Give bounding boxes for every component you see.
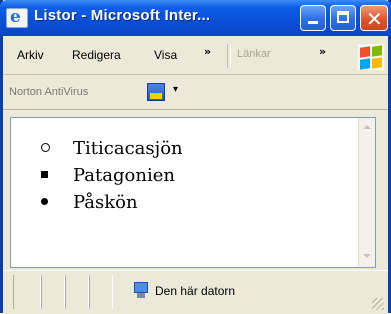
page-content: Titicacasjön Patagonien Påskön xyxy=(10,117,376,268)
status-cell xyxy=(65,275,89,309)
scroll-up-icon[interactable] xyxy=(360,120,374,136)
status-cell xyxy=(89,275,113,309)
scroll-down-icon[interactable] xyxy=(360,249,374,265)
status-cell xyxy=(41,275,65,309)
toolbar-separator xyxy=(227,44,231,68)
menu-item-arkiv[interactable]: Arkiv xyxy=(17,48,44,62)
list-item-text: Patagonien xyxy=(73,165,175,186)
title-bar[interactable]: e Listor - Microsoft Inter... ✕ xyxy=(0,0,391,36)
list-item-text: Titicacasjön xyxy=(73,138,183,159)
square-bullet-icon xyxy=(41,171,48,178)
list-item: Påskön xyxy=(33,192,183,219)
vertical-scrollbar[interactable] xyxy=(358,118,375,267)
menu-bar: Arkiv Redigera Visa » Länkar » xyxy=(3,36,388,75)
list-item-text: Påskön xyxy=(73,192,138,213)
close-icon: ✕ xyxy=(366,7,383,31)
maximize-icon xyxy=(337,11,349,23)
disc-bullet-icon xyxy=(41,198,48,205)
minimize-icon xyxy=(308,21,318,24)
norton-dropdown-icon[interactable]: ▾ xyxy=(173,84,178,95)
security-zone-label: Den här datorn xyxy=(155,284,236,298)
minimize-button[interactable] xyxy=(300,5,326,31)
links-overflow-chevron[interactable]: » xyxy=(319,45,326,58)
places-list: Titicacasjön Patagonien Påskön xyxy=(33,138,183,219)
norton-antivirus-label: Norton AntiVirus xyxy=(9,86,89,98)
list-item: Patagonien xyxy=(33,165,183,192)
menu-item-visa[interactable]: Visa xyxy=(154,48,177,62)
my-computer-icon xyxy=(133,282,149,300)
internet-explorer-icon[interactable]: e xyxy=(6,7,28,28)
window-title: Listor - Microsoft Inter... xyxy=(34,7,211,24)
status-cell xyxy=(13,275,41,309)
list-item: Titicacasjön xyxy=(33,138,183,165)
menu-item-redigera[interactable]: Redigera xyxy=(72,48,121,62)
links-toolbar-label[interactable]: Länkar xyxy=(237,48,271,60)
menu-overflow-chevron[interactable]: » xyxy=(204,45,211,58)
windows-flag-icon xyxy=(358,44,384,70)
norton-antivirus-icon[interactable] xyxy=(147,83,165,101)
norton-toolbar: Norton AntiVirus ▾ xyxy=(3,75,388,110)
circle-bullet-icon xyxy=(41,143,50,152)
browser-window: e Listor - Microsoft Inter... ✕ Arkiv Re… xyxy=(0,0,391,314)
maximize-button[interactable] xyxy=(330,5,356,31)
resize-grip-icon[interactable] xyxy=(372,298,384,310)
status-bar: Den här datorn xyxy=(3,270,388,314)
close-button[interactable]: ✕ xyxy=(360,5,388,31)
